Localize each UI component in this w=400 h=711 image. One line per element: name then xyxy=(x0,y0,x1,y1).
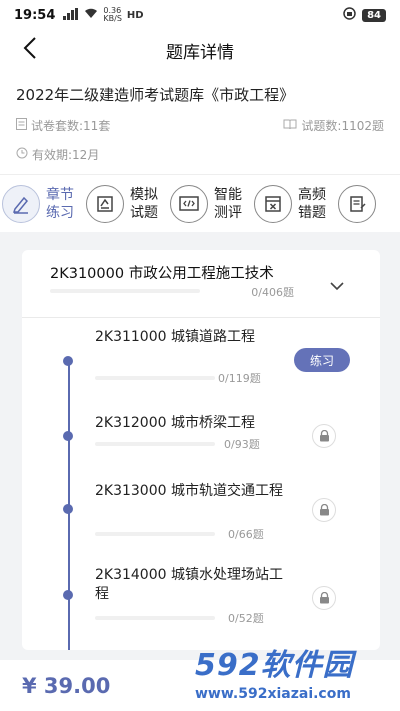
app-header: 题库详情 xyxy=(0,30,400,70)
paper-count: 试卷套数:11套 xyxy=(16,117,110,134)
lock-icon[interactable] xyxy=(312,586,336,610)
alarm-icon xyxy=(343,6,356,24)
timeline-dot xyxy=(63,504,73,514)
net-speed-unit: KB/S xyxy=(103,14,122,23)
watermark-logo: 592软件园 xyxy=(195,648,354,683)
status-bar: 19:54 0.36 KB/S HD 84 xyxy=(0,0,400,30)
watermark-url: www.592xiazai.com xyxy=(195,686,351,702)
battery-indicator: 84 xyxy=(362,8,386,22)
tab-smart-assessment[interactable]: 智能测评 xyxy=(170,184,244,223)
tab-label: 智能测评 xyxy=(214,186,242,221)
chevron-down-icon[interactable] xyxy=(330,276,344,295)
validity: 有效期:12月 xyxy=(16,146,99,163)
back-arrow-icon xyxy=(23,37,37,63)
validity-text: 有效期:12月 xyxy=(32,148,100,162)
question-bank-info: 2022年二级建造师考试题库《市政工程》 试卷套数:11套 试题数:1102题 … xyxy=(0,70,400,174)
timeline-dot xyxy=(63,356,73,366)
network-type: HD xyxy=(126,9,144,21)
lock-icon[interactable] xyxy=(312,424,336,448)
tab-frequent-errors[interactable]: 高频错题 xyxy=(254,184,328,223)
exam-paper-icon xyxy=(86,184,124,223)
tab-label: 模拟试题 xyxy=(130,186,158,221)
section-progress-bar xyxy=(95,376,215,380)
section-count: 0/93题 xyxy=(224,438,260,451)
section-title: 2K314000 城镇水处理场站工程 xyxy=(95,567,283,602)
page-title: 题库详情 xyxy=(166,42,234,63)
section-title: 2K311000 城镇道路工程 xyxy=(95,329,255,345)
paper-icon xyxy=(16,118,27,133)
status-right: 84 xyxy=(343,6,386,24)
chapter-progress-bar xyxy=(50,289,200,293)
section-count: 0/52题 xyxy=(228,612,264,625)
timeline-dot xyxy=(63,431,73,441)
section-progress-bar xyxy=(95,442,215,446)
wifi-icon xyxy=(84,8,98,22)
notes-icon xyxy=(338,184,376,223)
price: ¥ 39.00 xyxy=(22,673,111,698)
timeline-dot xyxy=(63,590,73,600)
section-title: 2K312000 城市桥梁工程 xyxy=(95,415,255,431)
section-progress-bar xyxy=(95,532,215,536)
tab-mock-exam[interactable]: 模拟试题 xyxy=(86,184,160,223)
book-icon xyxy=(283,119,297,133)
net-speed: 0.36 KB/S xyxy=(103,7,122,23)
section-count: 0/66题 xyxy=(228,528,264,541)
feature-tabs: 章节练习 模拟试题 智能测评 高频错题 xyxy=(0,174,400,232)
chapter-header[interactable]: 2K310000 市政公用工程施工技术 0/406题 xyxy=(22,250,380,318)
chapter-count: 0/406题 xyxy=(251,286,294,299)
chapter-card: 2K310000 市政公用工程施工技术 0/406题 2K311000 城镇道路… xyxy=(22,250,380,650)
lock-icon[interactable] xyxy=(312,498,336,522)
pen-icon xyxy=(2,184,40,223)
tab-label: 高频错题 xyxy=(298,186,326,221)
signal-icon xyxy=(63,7,79,23)
question-count: 试题数:1102题 xyxy=(283,117,384,134)
practice-button[interactable]: 练习 xyxy=(294,348,350,372)
code-screen-icon xyxy=(170,184,208,223)
tab-chapter-practice[interactable]: 章节练习 xyxy=(2,184,76,223)
status-icons: 0.36 KB/S HD xyxy=(63,7,144,23)
status-time: 19:54 xyxy=(14,7,56,23)
tab-label: 章节练习 xyxy=(46,186,74,221)
back-button[interactable] xyxy=(14,34,46,66)
paper-count-text: 试卷套数:11套 xyxy=(31,119,111,133)
watermark: 592软件园 www.592xiazai.com xyxy=(195,640,400,711)
section-count: 0/119题 xyxy=(218,372,261,385)
validity-row: 有效期:12月 xyxy=(16,146,384,163)
section-title: 2K313000 城市轨道交通工程 xyxy=(95,483,283,499)
wrong-question-icon xyxy=(254,184,292,223)
section-item[interactable]: 2K313000 城市轨道交通工程 0/66题 xyxy=(22,482,380,562)
question-count-text: 试题数:1102题 xyxy=(301,119,384,133)
chapter-title: 2K310000 市政公用工程施工技术 xyxy=(50,266,274,282)
section-item[interactable]: 2K311000 城镇道路工程 0/119题 练习 xyxy=(22,328,380,398)
tab-notes[interactable] xyxy=(338,184,376,223)
section-progress-bar xyxy=(95,616,215,620)
section-item[interactable]: 2K312000 城市桥梁工程 0/93题 xyxy=(22,414,380,474)
section-item[interactable]: 2K314000 城镇水处理场站工程 0/52题 xyxy=(22,566,380,646)
meta-row: 试卷套数:11套 试题数:1102题 xyxy=(16,117,384,134)
clock-icon xyxy=(16,147,28,162)
bank-title: 2022年二级建造师考试题库《市政工程》 xyxy=(16,86,295,104)
